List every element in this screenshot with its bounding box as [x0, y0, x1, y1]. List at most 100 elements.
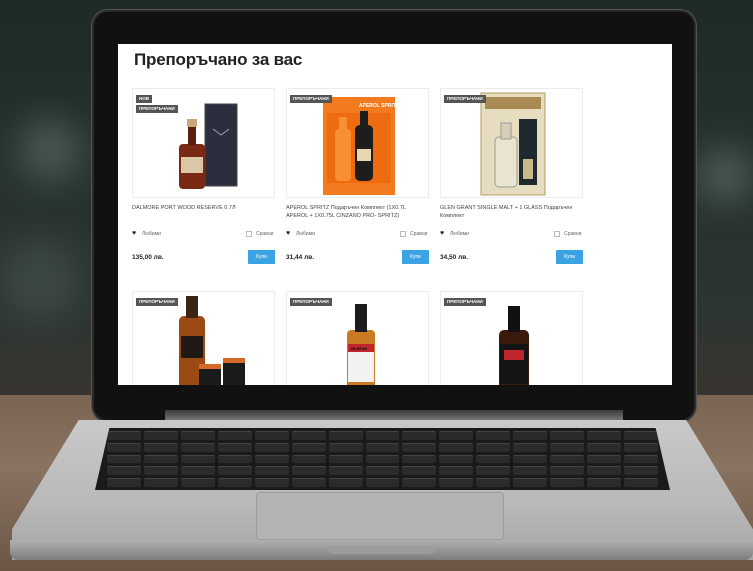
- keyboard-key[interactable]: [624, 454, 658, 464]
- keyboard-key[interactable]: [180, 454, 215, 464]
- keyboard-key[interactable]: [291, 478, 326, 487]
- product-card[interactable]: ПРЕПОРЪЧАНИ: [440, 291, 583, 385]
- heart-icon[interactable]: ♥: [132, 230, 136, 237]
- keyboard-key[interactable]: [476, 442, 511, 452]
- keyboard-key[interactable]: [439, 478, 474, 487]
- keyboard-key[interactable]: [587, 442, 622, 452]
- keyboard-key[interactable]: [439, 442, 474, 452]
- keyboard-key[interactable]: [254, 442, 289, 452]
- keyboard-key[interactable]: [291, 466, 326, 476]
- keyboard-key[interactable]: [550, 442, 585, 452]
- keyboard-key[interactable]: [365, 431, 400, 440]
- favorite-link[interactable]: Любими: [450, 231, 469, 237]
- keyboard-key[interactable]: [402, 442, 437, 452]
- keyboard-key[interactable]: [143, 478, 178, 487]
- keyboard-key[interactable]: [328, 454, 363, 464]
- compare-checkbox[interactable]: [246, 231, 252, 237]
- heart-icon[interactable]: ♥: [440, 230, 444, 237]
- product-card[interactable]: JIM BEAM ПРЕПОРЪЧАНИ: [286, 291, 429, 385]
- keyboard-key[interactable]: [365, 478, 400, 487]
- keyboard-key[interactable]: [107, 466, 141, 476]
- keyboard-key[interactable]: [107, 431, 141, 440]
- keyboard-key[interactable]: [402, 454, 437, 464]
- buy-button[interactable]: Купи: [556, 250, 583, 264]
- keyboard-key[interactable]: [254, 478, 289, 487]
- product-name[interactable]: DALMORE PORT WOOD RESERVE 0.7Л: [132, 204, 275, 212]
- product-card[interactable]: ПРЕПОРЪЧАНИ: [132, 291, 275, 385]
- keyboard-key[interactable]: [180, 466, 215, 476]
- product-image[interactable]: [440, 88, 583, 198]
- keyboard-key[interactable]: [328, 442, 363, 452]
- keyboard-key[interactable]: [624, 478, 658, 487]
- keyboard-key[interactable]: [513, 478, 548, 487]
- keyboard-key[interactable]: [624, 431, 658, 440]
- buy-button[interactable]: Купи: [248, 250, 275, 264]
- product-image[interactable]: APEROL SPRITZ: [286, 88, 429, 198]
- keyboard-key[interactable]: [439, 454, 474, 464]
- keyboard-key[interactable]: [254, 454, 289, 464]
- keyboard-key[interactable]: [513, 466, 548, 476]
- keyboard-key[interactable]: [217, 466, 252, 476]
- keyboard-key[interactable]: [143, 454, 178, 464]
- keyboard-key[interactable]: [180, 431, 215, 440]
- keyboard-key[interactable]: [624, 466, 658, 476]
- product-card[interactable]: НОВ ПРЕПОРЪЧАНИ DALMORE PORT WOOD RESERV…: [132, 88, 275, 273]
- keyboard-key[interactable]: [143, 442, 178, 452]
- keyboard-key[interactable]: [180, 478, 215, 487]
- keyboard-key[interactable]: [550, 454, 585, 464]
- buy-button[interactable]: Купи: [402, 250, 429, 264]
- keyboard-key[interactable]: [550, 478, 585, 487]
- keyboard-key[interactable]: [402, 466, 437, 476]
- product-card[interactable]: APEROL SPRITZ ПРЕПОРЪЧАНИ APEROL SPRITZ …: [286, 88, 429, 273]
- keyboard-key[interactable]: [365, 466, 400, 476]
- keyboard-key[interactable]: [550, 466, 585, 476]
- compare-checkbox[interactable]: [400, 231, 406, 237]
- compare-checkbox[interactable]: [554, 231, 560, 237]
- keyboard-key[interactable]: [513, 431, 548, 440]
- keyboard-key[interactable]: [217, 454, 252, 464]
- keyboard-key[interactable]: [217, 442, 252, 452]
- touchpad[interactable]: [256, 492, 504, 540]
- keyboard-key[interactable]: [587, 431, 622, 440]
- favorite-link[interactable]: Любими: [142, 231, 161, 237]
- keyboard-key[interactable]: [328, 431, 363, 440]
- keyboard-key[interactable]: [143, 466, 178, 476]
- keyboard-key[interactable]: [587, 466, 622, 476]
- keyboard-key[interactable]: [402, 478, 437, 487]
- keyboard-key[interactable]: [107, 478, 141, 487]
- keyboard-key[interactable]: [107, 442, 141, 452]
- keyboard-key[interactable]: [550, 431, 585, 440]
- keyboard[interactable]: [95, 428, 670, 490]
- keyboard-key[interactable]: [402, 431, 437, 440]
- keyboard-key[interactable]: [439, 466, 474, 476]
- keyboard-key[interactable]: [513, 454, 548, 464]
- keyboard-key[interactable]: [476, 466, 511, 476]
- keyboard-key[interactable]: [328, 478, 363, 487]
- keyboard-key[interactable]: [107, 454, 141, 464]
- keyboard-key[interactable]: [439, 431, 474, 440]
- keyboard-key[interactable]: [291, 454, 326, 464]
- keyboard-key[interactable]: [328, 466, 363, 476]
- keyboard-key[interactable]: [624, 442, 658, 452]
- keyboard-key[interactable]: [587, 454, 622, 464]
- keyboard-key[interactable]: [587, 478, 622, 487]
- keyboard-key[interactable]: [365, 454, 400, 464]
- keyboard-key[interactable]: [476, 478, 511, 487]
- keyboard-key[interactable]: [217, 478, 252, 487]
- product-name[interactable]: APEROL SPRITZ Подаръчен Комплект (1X0.7L…: [286, 204, 429, 220]
- keyboard-key[interactable]: [476, 431, 511, 440]
- product-name[interactable]: GLEN GRANT SINGLE MALT + 1 GLASS Подаръч…: [440, 204, 583, 220]
- keyboard-key[interactable]: [143, 431, 178, 440]
- favorite-link[interactable]: Любими: [296, 231, 315, 237]
- keyboard-key[interactable]: [476, 454, 511, 464]
- keyboard-key[interactable]: [254, 431, 289, 440]
- keyboard-key[interactable]: [291, 442, 326, 452]
- keyboard-key[interactable]: [365, 442, 400, 452]
- keyboard-key[interactable]: [513, 442, 548, 452]
- keyboard-key[interactable]: [291, 431, 326, 440]
- heart-icon[interactable]: ♥: [286, 230, 290, 237]
- keyboard-key[interactable]: [254, 466, 289, 476]
- keyboard-key[interactable]: [180, 442, 215, 452]
- product-card[interactable]: ПРЕПОРЪЧАНИ GLEN GRANT SINGLE MALT + 1 G…: [440, 88, 583, 273]
- keyboard-key[interactable]: [217, 431, 252, 440]
